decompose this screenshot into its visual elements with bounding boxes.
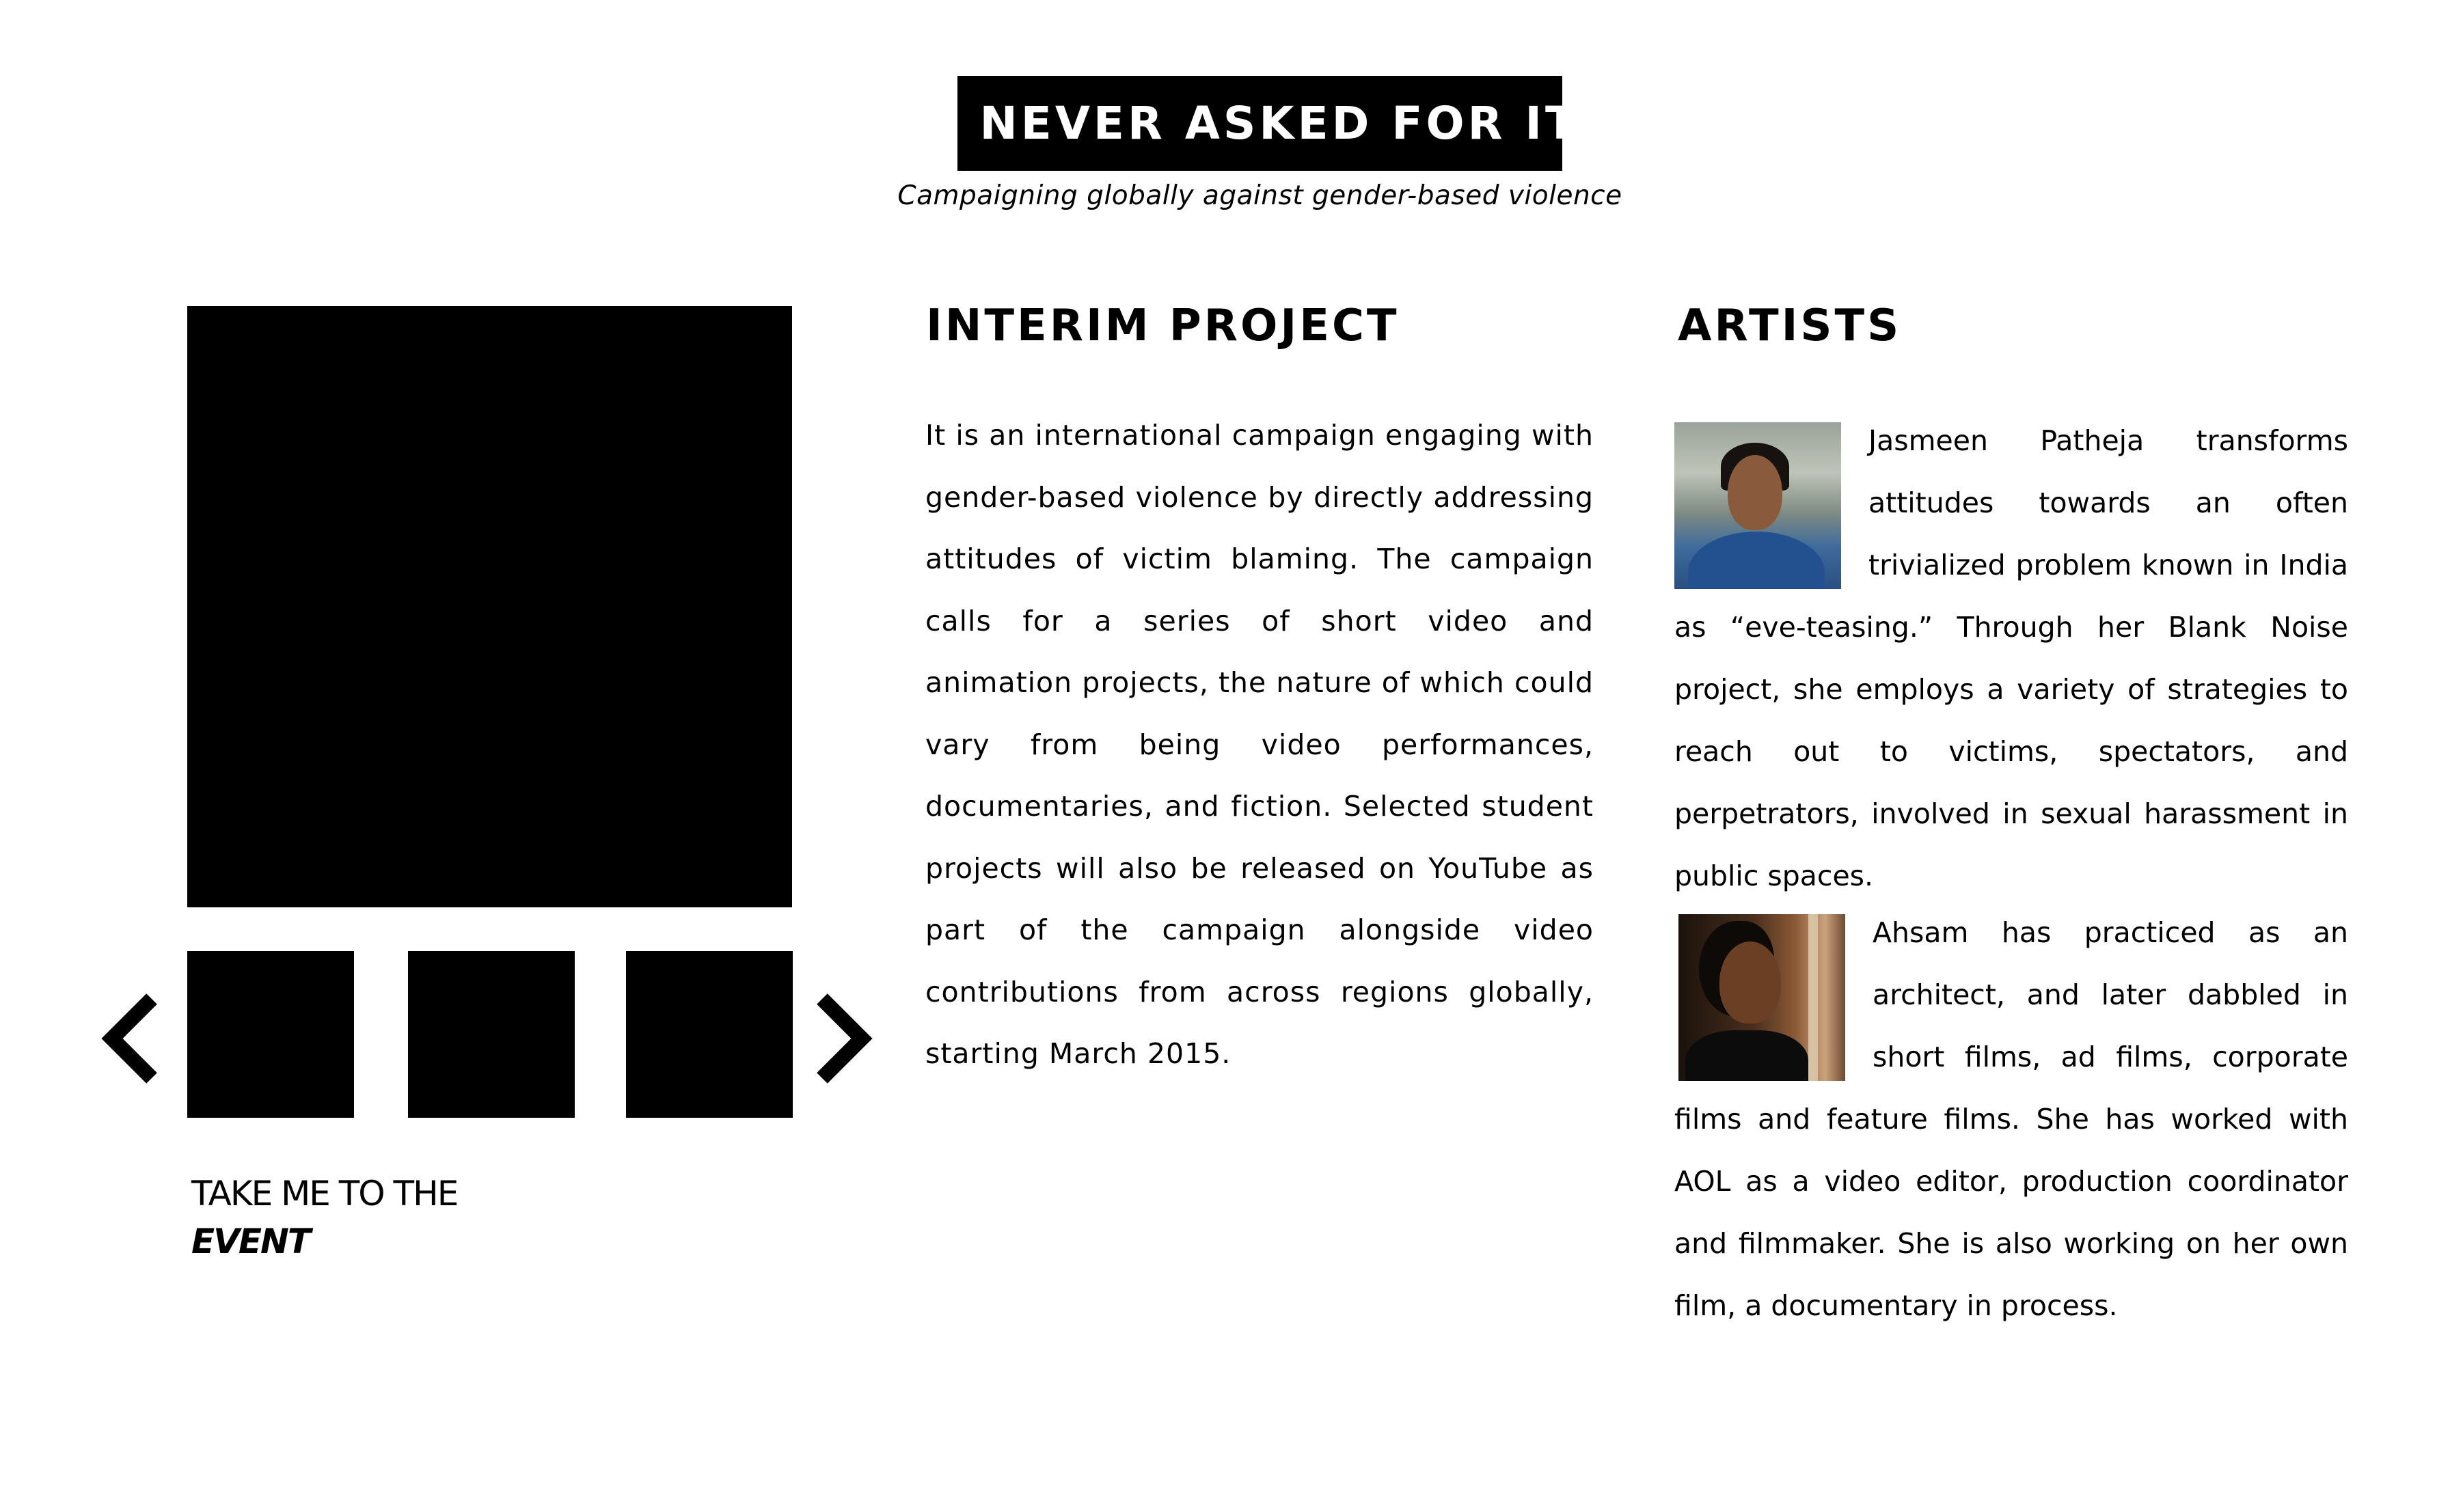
gallery-thumbnail[interactable] [626, 951, 793, 1118]
artists-heading: ARTISTS [1678, 301, 1902, 351]
gallery-thumbnail[interactable] [187, 951, 354, 1118]
site-logo[interactable]: I NEVER ASKED FOR IT [940, 76, 1576, 171]
artist-entry: Jasmeen Patheja transforms attitudes tow… [1674, 410, 2348, 907]
artist-photo [1674, 422, 1841, 589]
artist-photo [1678, 914, 1845, 1081]
chevron-right-icon [817, 993, 873, 1084]
site-tagline: Campaigning globally against gender-base… [897, 180, 1622, 211]
gallery-thumbnail[interactable] [408, 951, 575, 1118]
event-link[interactable]: TAKE ME TO THE EVENT [191, 1170, 459, 1265]
event-link-line2: EVENT [191, 1222, 311, 1261]
chevron-left-icon [101, 993, 157, 1084]
interim-project-heading: INTERIM PROJECT [926, 301, 1400, 351]
interim-project-body: It is an international campaign engaging… [925, 419, 1594, 1070]
gallery-next-button[interactable] [810, 991, 878, 1086]
artist-entry: Ahsam has practiced as an architect, and… [1674, 902, 2348, 1337]
gallery-main-image[interactable] [187, 306, 792, 907]
logo-text: I NEVER ASKED FOR IT [940, 97, 1579, 150]
event-link-line1: TAKE ME TO THE [191, 1174, 459, 1213]
gallery-prev-button[interactable] [96, 991, 164, 1086]
